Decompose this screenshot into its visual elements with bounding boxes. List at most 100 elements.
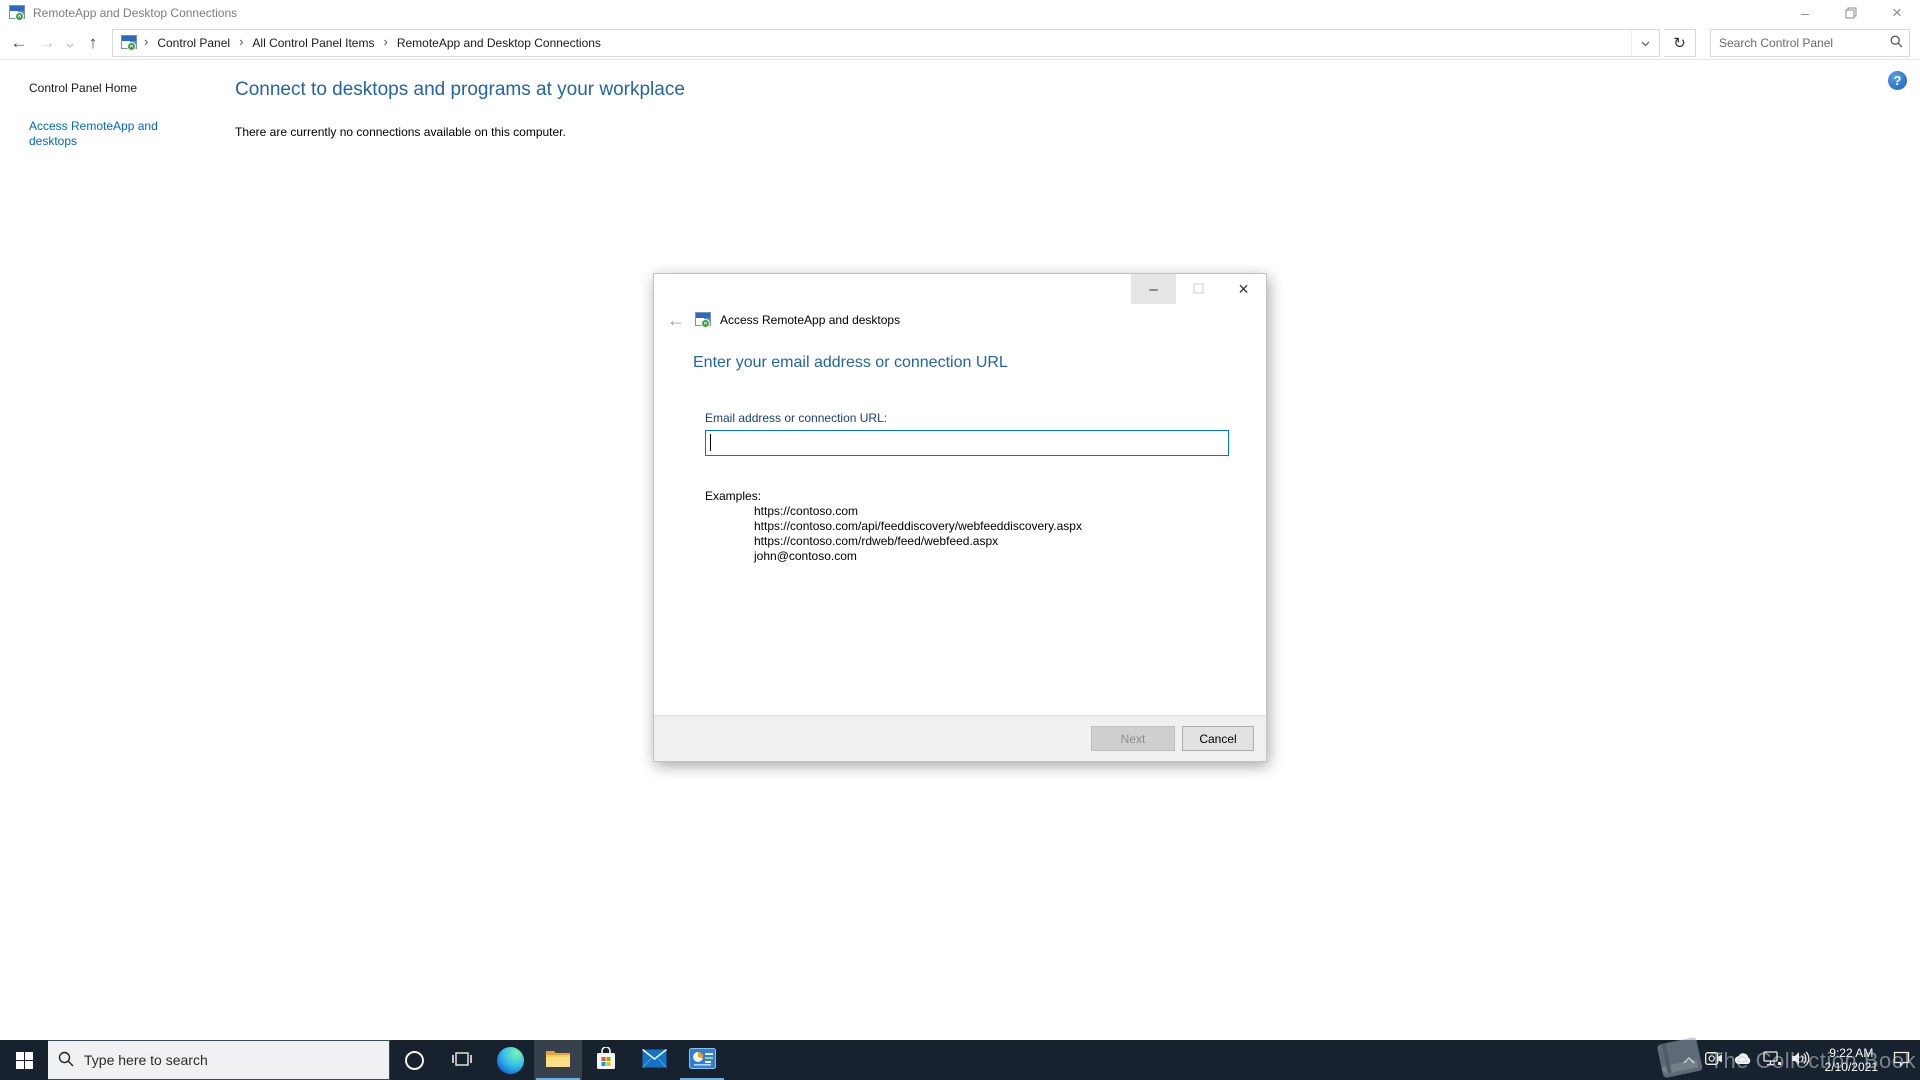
refresh-button[interactable]: ↻ bbox=[1664, 28, 1696, 57]
restore-button[interactable] bbox=[1828, 0, 1874, 26]
example-item: john@contoso.com bbox=[754, 549, 857, 563]
examples-block: Examples: https://contoso.com https://co… bbox=[705, 489, 1082, 564]
help-icon[interactable]: ? bbox=[1888, 71, 1907, 90]
file-explorer-button[interactable] bbox=[534, 1040, 582, 1080]
email-field-label: Email address or connection URL: bbox=[705, 411, 888, 425]
edge-button[interactable] bbox=[486, 1040, 534, 1080]
action-center-button[interactable] bbox=[1888, 1040, 1920, 1080]
control-panel-icon bbox=[688, 1048, 716, 1072]
mail-button[interactable] bbox=[630, 1040, 678, 1080]
remoteapp-app-icon bbox=[121, 34, 139, 51]
close-button[interactable]: × bbox=[1874, 0, 1920, 26]
dialog-maximize-button[interactable] bbox=[1176, 274, 1221, 304]
control-panel-button[interactable] bbox=[678, 1040, 726, 1080]
notification-icon bbox=[1893, 1051, 1910, 1070]
taskbar-search-input[interactable] bbox=[84, 1052, 379, 1068]
task-view-button[interactable] bbox=[438, 1040, 486, 1080]
chevron-up-icon bbox=[1683, 1053, 1695, 1067]
forward-icon: → bbox=[38, 32, 56, 52]
close-icon: × bbox=[1238, 278, 1249, 299]
examples-list: https://contoso.com https://contoso.com/… bbox=[754, 504, 1082, 564]
dialog-title: Access RemoteApp and desktops bbox=[720, 313, 901, 327]
window-titlebar: RemoteApp and Desktop Connections – × bbox=[0, 0, 1920, 26]
dialog-back-button[interactable]: ← bbox=[667, 310, 691, 331]
start-button[interactable] bbox=[0, 1040, 48, 1080]
breadcrumb-remoteapp[interactable]: RemoteApp and Desktop Connections bbox=[391, 36, 607, 50]
next-button[interactable]: Next bbox=[1091, 726, 1175, 751]
breadcrumb-control-panel[interactable]: Control Panel bbox=[151, 36, 236, 50]
sidebar-item-control-panel-home[interactable]: Control Panel Home bbox=[29, 81, 199, 95]
access-remoteapp-dialog: – × ← Access RemoteApp and desktops Ente… bbox=[653, 273, 1267, 762]
file-explorer-icon bbox=[545, 1048, 571, 1072]
store-icon bbox=[595, 1045, 617, 1074]
recent-locations-button[interactable] bbox=[62, 30, 78, 56]
breadcrumb-separator-icon: › bbox=[239, 34, 244, 49]
control-panel-searchbox bbox=[1710, 28, 1910, 57]
mail-icon bbox=[641, 1048, 667, 1071]
close-icon: × bbox=[1892, 3, 1902, 22]
back-button[interactable]: ← bbox=[6, 30, 32, 56]
clock-date: 2/10/2021 bbox=[1824, 1060, 1878, 1074]
chevron-down-icon bbox=[1641, 36, 1650, 50]
breadcrumb-all-items[interactable]: All Control Panel Items bbox=[246, 36, 380, 50]
up-button[interactable]: ↑ bbox=[80, 30, 106, 56]
camera-icon bbox=[1704, 1052, 1723, 1068]
remoteapp-app-icon bbox=[9, 5, 27, 21]
dialog-heading: Enter your email address or connection U… bbox=[693, 354, 1008, 371]
address-bar: › Control Panel › All Control Panel Item… bbox=[112, 28, 1660, 57]
clock-time: 9:22 AM bbox=[1829, 1046, 1874, 1060]
forward-button[interactable]: → bbox=[34, 30, 60, 56]
taskbar-clock[interactable]: 9:22 AM 2/10/2021 bbox=[1815, 1040, 1888, 1080]
minimize-icon: – bbox=[1149, 280, 1158, 298]
taskbar: 9:22 AM 2/10/2021 The Collection Book bbox=[0, 1037, 1920, 1080]
breadcrumb-separator-icon: › bbox=[144, 34, 149, 49]
text-caret bbox=[710, 434, 711, 451]
windows-logo-icon bbox=[15, 1051, 33, 1069]
breadcrumb: › Control Panel › All Control Panel Item… bbox=[113, 30, 1631, 56]
search-icon[interactable] bbox=[1890, 35, 1903, 51]
control-panel-window: RemoteApp and Desktop Connections – × ← … bbox=[0, 0, 1920, 1040]
speaker-icon bbox=[1791, 1051, 1810, 1069]
remoteapp-app-icon bbox=[695, 312, 713, 328]
back-icon: ← bbox=[667, 309, 685, 330]
onedrive-button[interactable] bbox=[1728, 1040, 1758, 1080]
network-button[interactable] bbox=[1758, 1040, 1786, 1080]
dialog-caption-bar: – × bbox=[654, 274, 1266, 304]
dialog-minimize-button[interactable]: – bbox=[1131, 274, 1176, 304]
window-caption-buttons: – × bbox=[1782, 0, 1920, 26]
example-item: https://contoso.com/rdweb/feed/webfeed.a… bbox=[754, 534, 999, 548]
examples-label: Examples: bbox=[705, 489, 762, 503]
maximize-icon bbox=[1193, 281, 1204, 298]
main-pane: Connect to desktops and programs at your… bbox=[235, 79, 1880, 139]
minimize-icon: – bbox=[1801, 5, 1809, 21]
task-view-icon bbox=[452, 1050, 472, 1071]
sidebar: Control Panel Home Access RemoteApp and … bbox=[29, 81, 199, 149]
meet-now-button[interactable] bbox=[1700, 1040, 1728, 1080]
search-icon bbox=[58, 1051, 74, 1070]
address-dropdown-button[interactable] bbox=[1631, 29, 1659, 56]
volume-button[interactable] bbox=[1786, 1040, 1815, 1080]
page-title: Connect to desktops and programs at your… bbox=[235, 79, 685, 100]
window-title: RemoteApp and Desktop Connections bbox=[33, 6, 238, 20]
breadcrumb-separator-icon: › bbox=[383, 34, 388, 49]
chevron-down-icon bbox=[66, 33, 74, 53]
dialog-header: ← Access RemoteApp and desktops bbox=[654, 304, 1266, 336]
email-field-wrap bbox=[705, 430, 1229, 456]
sidebar-item-access-remoteapp[interactable]: Access RemoteApp and desktops bbox=[29, 119, 184, 149]
cancel-button[interactable]: Cancel bbox=[1182, 726, 1254, 751]
edge-icon bbox=[496, 1046, 524, 1074]
dialog-footer: Next Cancel bbox=[654, 715, 1266, 761]
restore-icon bbox=[1845, 7, 1857, 19]
tray-expand-button[interactable] bbox=[1678, 1040, 1700, 1080]
explorer-toolbar: ← → ↑ › Control Panel › All Control Pane… bbox=[0, 26, 1920, 60]
taskbar-searchbox bbox=[48, 1040, 390, 1080]
cloud-icon bbox=[1733, 1052, 1753, 1068]
example-item: https://contoso.com/api/feeddiscovery/we… bbox=[754, 519, 1082, 533]
minimize-button[interactable]: – bbox=[1782, 0, 1828, 26]
store-button[interactable] bbox=[582, 1040, 630, 1080]
email-field[interactable] bbox=[705, 430, 1229, 456]
refresh-icon: ↻ bbox=[1673, 34, 1686, 52]
dialog-close-button[interactable]: × bbox=[1221, 274, 1266, 304]
search-input[interactable] bbox=[1719, 35, 1890, 50]
cortana-button[interactable] bbox=[390, 1040, 438, 1080]
